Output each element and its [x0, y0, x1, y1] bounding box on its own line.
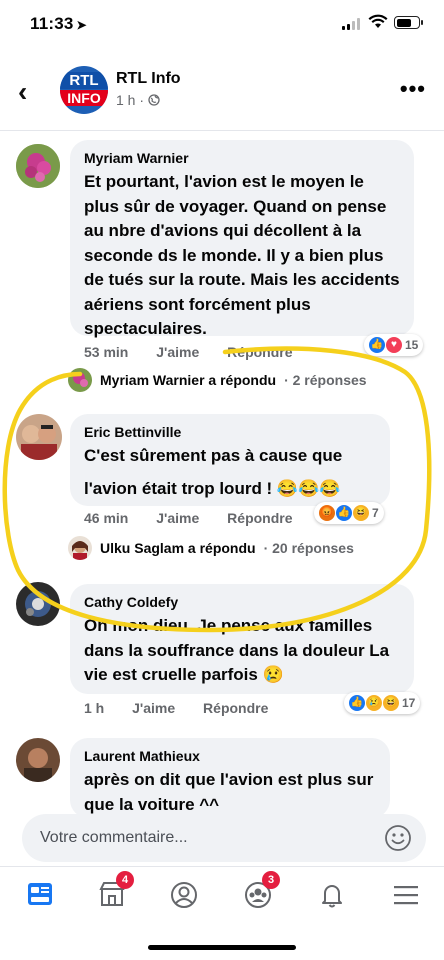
location-arrow-icon: ➤	[76, 18, 87, 32]
reply-count: · 2 réponses	[284, 372, 367, 388]
comment-text: Et pourtant, l'avion est le moyen le plu…	[84, 172, 400, 338]
reaction-count: 17	[402, 696, 416, 710]
tab-groups[interactable]: 3	[240, 871, 280, 913]
bell-icon	[322, 885, 342, 908]
logo-text-top: RTL	[60, 72, 108, 89]
like-button[interactable]: J'aime	[132, 700, 175, 716]
post-time: 1 h ·	[116, 92, 145, 108]
tab-marketplace[interactable]: 4	[94, 871, 134, 913]
reply-button[interactable]: Répondre	[203, 700, 268, 716]
comment-author[interactable]: Myriam Warnier	[84, 150, 400, 166]
like-button[interactable]: J'aime	[156, 344, 199, 360]
view-replies[interactable]: Myriam Warnier a répondu · 2 réponses	[68, 368, 367, 392]
signal-icon	[342, 18, 362, 30]
comment-text: Oh mon dieu. Je pense aux familles dans …	[84, 616, 390, 684]
marketplace-badge: 4	[116, 871, 134, 889]
comment-time: 46 min	[84, 510, 129, 526]
reply-avatar	[68, 536, 92, 560]
profile-icon	[171, 882, 197, 908]
post-header: ‹ RTL INFO RTL Info 1 h · •••	[0, 56, 444, 128]
status-bar: 11:33 ➤	[0, 0, 444, 48]
reaction-count: 7	[372, 506, 379, 520]
haha-reaction-icon: 😆	[353, 505, 369, 521]
reply-count: · 20 réponses	[263, 540, 354, 556]
page-logo[interactable]: RTL INFO	[60, 66, 108, 114]
love-reaction-icon: ♥	[386, 337, 402, 353]
tab-notifications[interactable]	[314, 877, 350, 913]
reaction-count: 15	[405, 338, 419, 352]
logo-text-bottom: INFO	[60, 90, 108, 106]
angry-reaction-icon: 😡	[319, 505, 335, 521]
like-reaction-icon: 👍	[349, 695, 365, 711]
groups-badge: 3	[262, 871, 280, 889]
reply-author: Myriam Warnier a répondu	[100, 372, 277, 388]
tab-profile[interactable]	[166, 877, 202, 913]
comment-bubble: Cathy Coldefy Oh mon dieu. Je pense aux …	[70, 584, 414, 694]
emoji-icon[interactable]	[384, 824, 412, 852]
reply-button[interactable]: Répondre	[227, 510, 292, 526]
header-divider	[0, 130, 444, 131]
reaction-summary[interactable]: 👍 ♥ 15	[364, 334, 424, 356]
reaction-summary[interactable]: 😡 👍 😆 7	[314, 502, 384, 524]
reply-author: Ulku Saglam a répondu	[100, 540, 256, 556]
like-reaction-icon: 👍	[369, 337, 385, 353]
tab-menu[interactable]	[388, 877, 424, 913]
reply-avatar	[68, 368, 92, 392]
comment-actions: 53 min J'aime Répondre	[84, 344, 317, 360]
status-time: 11:33 ➤	[30, 14, 87, 33]
post-meta: 1 h ·	[116, 92, 160, 108]
avatar[interactable]	[16, 738, 60, 782]
avatar[interactable]	[16, 582, 60, 626]
comment-actions: 1 h J'aime Répondre	[84, 700, 292, 716]
home-indicator[interactable]	[148, 945, 296, 950]
reaction-summary[interactable]: 👍 😢 😆 17	[344, 692, 421, 714]
comment-text: C'est sûrement pas à cause que l'avion é…	[84, 444, 376, 501]
menu-icon	[394, 886, 418, 905]
like-reaction-icon: 👍	[336, 505, 352, 521]
page-name[interactable]: RTL Info	[116, 70, 181, 88]
globe-icon	[148, 94, 160, 106]
back-arrow-icon[interactable]: ‹	[18, 76, 27, 108]
tab-news-feed[interactable]	[22, 877, 58, 913]
comment-text-line: C'est sûrement pas à cause que	[84, 446, 343, 465]
more-options-icon[interactable]: •••	[400, 76, 426, 102]
comment-actions: 46 min J'aime Répondre	[84, 510, 317, 526]
comment-author[interactable]: Eric Bettinville	[84, 424, 376, 440]
comment-bubble: Myriam Warnier Et pourtant, l'avion est …	[70, 140, 414, 338]
view-replies[interactable]: Ulku Saglam a répondu · 20 réponses	[68, 536, 354, 560]
avatar[interactable]	[16, 414, 62, 460]
comment-time: 1 h	[84, 700, 105, 716]
comment-time: 53 min	[84, 344, 129, 360]
comment-author[interactable]: Cathy Coldefy	[84, 594, 400, 610]
news-feed-icon	[28, 883, 52, 905]
wifi-icon	[368, 14, 388, 28]
reply-button[interactable]: Répondre	[227, 344, 292, 360]
comment-text: après on dit que l'avion est plus sur qu…	[84, 770, 374, 814]
comment-bubble: Laurent Mathieux après on dit que l'avio…	[70, 738, 390, 818]
comment-bubble: Eric Bettinville C'est sûrement pas à ca…	[70, 414, 390, 506]
avatar[interactable]	[16, 144, 60, 188]
comment-composer[interactable]: Votre commentaire...	[22, 814, 426, 862]
like-button[interactable]: J'aime	[156, 510, 199, 526]
comment-text-line: l'avion était trop lourd ! 😂😂😂	[84, 478, 341, 498]
battery-icon	[394, 16, 423, 29]
haha-reaction-icon: 😆	[383, 695, 399, 711]
comment-input-placeholder: Votre commentaire...	[40, 829, 188, 846]
sad-reaction-icon: 😢	[366, 695, 382, 711]
comment-author[interactable]: Laurent Mathieux	[84, 748, 376, 764]
tab-bar: 4 3	[0, 866, 444, 922]
